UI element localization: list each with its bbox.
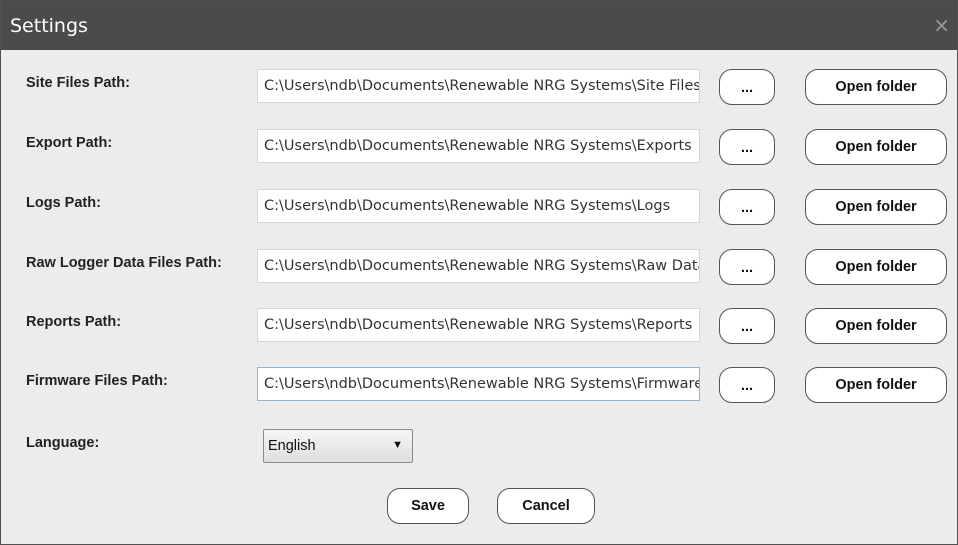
settings-row-firmware: Firmware Files Path: ... Open folder <box>1 367 957 407</box>
logs-open-folder-button[interactable]: Open folder <box>805 189 947 225</box>
reports-open-folder-button[interactable]: Open folder <box>805 308 947 344</box>
reports-path-label: Reports Path: <box>26 314 122 330</box>
settings-row-language: Language: English ▼ <box>1 429 957 469</box>
chevron-down-icon: ▼ <box>392 439 403 451</box>
settings-row-export: Export Path: ... Open folder <box>1 129 957 169</box>
reports-browse-button[interactable]: ... <box>719 308 775 344</box>
settings-row-logs: Logs Path: ... Open folder <box>1 189 957 229</box>
settings-row-raw-logger-data: Raw Logger Data Files Path: ... Open fol… <box>1 249 957 289</box>
export-path-input[interactable] <box>257 129 700 163</box>
save-button[interactable]: Save <box>387 488 469 524</box>
firmware-files-path-label: Firmware Files Path: <box>26 373 168 389</box>
reports-path-input[interactable] <box>257 308 700 342</box>
site-files-path-input[interactable] <box>257 69 700 103</box>
dialog-title: Settings <box>10 15 88 37</box>
raw-logger-data-path-input[interactable] <box>257 249 700 283</box>
settings-row-reports: Reports Path: ... Open folder <box>1 308 957 348</box>
raw-logger-data-browse-button[interactable]: ... <box>719 249 775 285</box>
site-files-path-label: Site Files Path: <box>26 75 130 91</box>
title-bar: Settings × <box>1 1 957 50</box>
language-label: Language: <box>26 435 100 451</box>
firmware-files-path-input[interactable] <box>257 367 700 401</box>
logs-path-input[interactable] <box>257 189 700 223</box>
cancel-button[interactable]: Cancel <box>497 488 595 524</box>
language-selected-value: English <box>268 438 316 454</box>
export-browse-button[interactable]: ... <box>719 129 775 165</box>
raw-logger-data-path-label: Raw Logger Data Files Path: <box>26 255 222 271</box>
firmware-browse-button[interactable]: ... <box>719 367 775 403</box>
settings-row-site-files: Site Files Path: ... Open folder <box>1 69 957 109</box>
language-dropdown[interactable]: English ▼ <box>263 429 413 463</box>
logs-path-label: Logs Path: <box>26 195 101 211</box>
export-path-label: Export Path: <box>26 135 113 151</box>
firmware-open-folder-button[interactable]: Open folder <box>805 367 947 403</box>
logs-browse-button[interactable]: ... <box>719 189 775 225</box>
close-icon[interactable]: × <box>933 13 950 37</box>
export-open-folder-button[interactable]: Open folder <box>805 129 947 165</box>
site-files-browse-button[interactable]: ... <box>719 69 775 105</box>
settings-dialog: Settings × Site Files Path: ... Open fol… <box>0 0 958 545</box>
site-files-open-folder-button[interactable]: Open folder <box>805 69 947 105</box>
raw-logger-data-open-folder-button[interactable]: Open folder <box>805 249 947 285</box>
